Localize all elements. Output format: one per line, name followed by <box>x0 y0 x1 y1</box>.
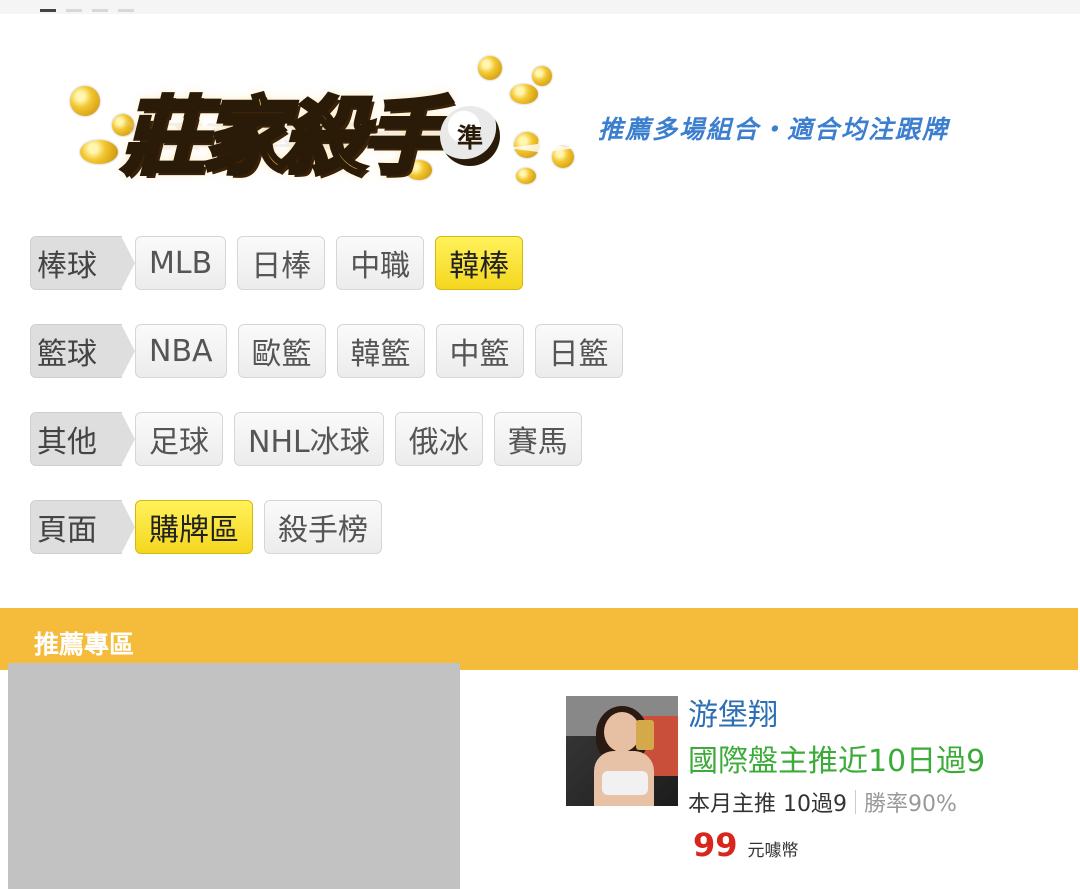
price[interactable]: 99 元噱幣 <box>693 826 799 864</box>
expert-stats: 本月主推 10過9 勝率90% <box>688 786 957 818</box>
category-button[interactable]: 中職 <box>336 236 425 290</box>
carousel-indicator <box>40 9 134 12</box>
category-row-other: 其他 足球 NHL冰球 俄冰 賽馬 <box>30 411 582 467</box>
logo-title: 莊家殺手 <box>120 85 448 188</box>
category-label: 頁面 <box>30 500 135 554</box>
carousel-dot[interactable] <box>118 9 134 12</box>
slogan: 推薦多場組合・適合均注跟牌 <box>598 115 950 144</box>
price-value: 99 <box>693 826 738 864</box>
coin-decoration <box>478 56 502 80</box>
category-button[interactable]: NHL冰球 <box>234 412 384 466</box>
logo-badge: 準 <box>440 106 500 166</box>
top-bar <box>0 0 1080 14</box>
category-button[interactable]: NBA <box>135 324 227 378</box>
category-label: 棒球 <box>30 236 135 290</box>
category-button[interactable]: 俄冰 <box>394 412 483 466</box>
category-row-basketball: 籃球 NBA 歐籃 韓籃 中籃 日籃 <box>30 323 623 379</box>
section-header-bar <box>0 608 1078 670</box>
category-button[interactable]: 中籃 <box>435 324 524 378</box>
carousel-dot[interactable] <box>40 9 56 12</box>
category-label: 其他 <box>30 412 135 466</box>
stats-divider <box>855 790 856 814</box>
coin-decoration <box>532 66 552 86</box>
carousel-dot[interactable] <box>66 9 82 12</box>
coin-decoration <box>70 86 100 116</box>
site-logo[interactable]: 莊家殺手 莊家殺手 準 <box>62 48 582 198</box>
carousel-dot[interactable] <box>92 9 108 12</box>
category-button[interactable]: 日棒 <box>237 236 326 290</box>
category-button[interactable]: 殺手榜 <box>264 500 382 554</box>
category-button-active[interactable]: 購牌區 <box>135 500 253 554</box>
category-button[interactable]: MLB <box>135 236 227 290</box>
expert-description[interactable]: 國際盤主推近10日過9 <box>688 736 985 780</box>
sparkle-icon <box>507 113 577 183</box>
stats-record: 本月主推 10過9 <box>688 792 847 817</box>
category-row-baseball: 棒球 MLB 日棒 中職 韓棒 <box>30 235 524 291</box>
image-placeholder <box>8 663 460 889</box>
stats-win-rate: 勝率90% <box>864 792 957 817</box>
category-button-active[interactable]: 韓棒 <box>435 236 524 290</box>
coin-decoration <box>510 84 538 104</box>
category-button[interactable]: 歐籃 <box>237 324 326 378</box>
category-button[interactable]: 賽馬 <box>493 412 582 466</box>
category-button[interactable]: 日籃 <box>534 324 623 378</box>
avatar[interactable] <box>566 696 678 806</box>
category-button[interactable]: 足球 <box>135 412 223 466</box>
coin-decoration <box>80 140 118 164</box>
category-row-pages: 頁面 購牌區 殺手榜 <box>30 499 382 555</box>
category-label: 籃球 <box>30 324 135 378</box>
section-title: 推薦專區 <box>34 630 135 659</box>
expert-name[interactable]: 游堡翔 <box>688 690 778 734</box>
price-unit: 元噱幣 <box>747 841 799 861</box>
category-button[interactable]: 韓籃 <box>336 324 425 378</box>
